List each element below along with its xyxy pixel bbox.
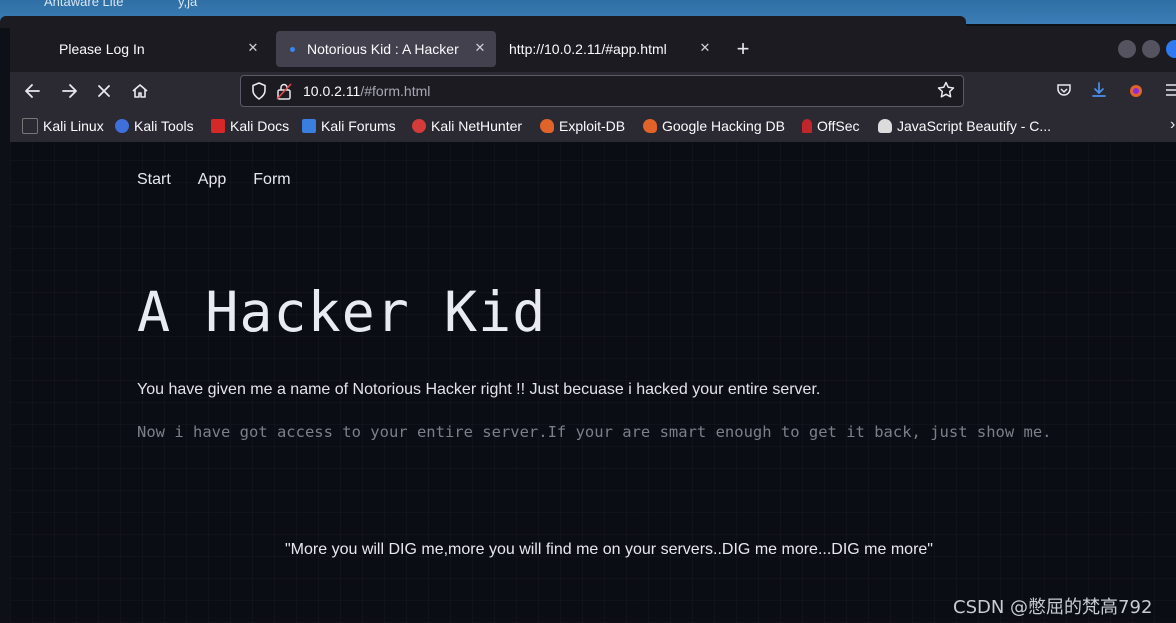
desktop-label-2: y,ja (178, 0, 198, 9)
tab-close-icon[interactable]: ✕ (697, 40, 713, 56)
url-text[interactable]: 10.0.2.11/#form.html (303, 83, 430, 99)
extension-icon[interactable] (1125, 80, 1147, 102)
loading-favicon-icon (290, 46, 295, 52)
nethunter-icon (412, 119, 426, 133)
tab-label: Please Log In (59, 41, 145, 57)
window-minimize-icon[interactable] (1118, 40, 1136, 58)
tab-bar: Please Log In ✕ Notorious Kid : A Hacker… (10, 26, 1176, 72)
menu-hamburger-icon[interactable] (1162, 80, 1176, 102)
tab-label: Notorious Kid : A Hacker (307, 41, 459, 57)
bookmark-label: Google Hacking DB (662, 118, 785, 134)
bookmark-exploit-db[interactable]: Exploit-DB (540, 117, 625, 135)
bookmark-kali-forums[interactable]: Kali Forums (302, 117, 396, 135)
bookmark-google-hacking-db[interactable]: Google Hacking DB (643, 117, 785, 135)
url-path: /#form.html (360, 83, 431, 99)
bookmark-label: Exploit-DB (559, 118, 626, 134)
js-beautify-icon (878, 119, 892, 133)
tab-notorious-kid[interactable]: Notorious Kid : A Hacker ✕ (276, 31, 496, 67)
nav-link-start[interactable]: Start (137, 171, 171, 189)
address-bar[interactable]: 10.0.2.11/#form.html (240, 75, 964, 107)
bookmarks-overflow-chevron-icon[interactable]: › (1170, 116, 1175, 134)
downloads-icon[interactable] (1088, 80, 1110, 102)
new-tab-icon[interactable]: + (732, 34, 754, 64)
bookmark-label: Kali Forums (321, 118, 396, 134)
kali-forums-icon (302, 119, 316, 133)
nav-link-app[interactable]: App (198, 171, 226, 189)
window-maximize-icon[interactable] (1142, 40, 1160, 58)
kali-docs-icon (211, 119, 225, 133)
stop-loading-icon[interactable] (93, 80, 115, 102)
bookmark-js-beautify[interactable]: JavaScript Beautify - C... (878, 117, 1051, 135)
back-arrow-icon[interactable] (22, 80, 44, 102)
pocket-icon[interactable] (1053, 80, 1075, 102)
bookmark-offsec[interactable]: OffSec (802, 117, 860, 135)
csdn-watermark: CSDN @憋屈的梵高792 (953, 597, 1153, 618)
navigation-toolbar: 10.0.2.11/#form.html (10, 72, 1176, 110)
bookmark-label: Kali NetHunter (431, 118, 523, 134)
tab-label: http://10.0.2.11/#app.html (509, 41, 667, 57)
tab-close-icon[interactable]: ✕ (472, 40, 488, 56)
bookmark-star-icon[interactable] (935, 80, 957, 102)
bookmark-label: Kali Tools (134, 118, 194, 134)
tab-please-log-in[interactable]: Please Log In ✕ (45, 31, 269, 67)
offsec-icon (802, 119, 812, 133)
nav-link-form[interactable]: Form (253, 171, 290, 189)
bookmark-label: Kali Linux (43, 118, 104, 134)
bookmark-label: Kali Docs (230, 118, 290, 134)
desktop-label: Antaware Lite (44, 0, 124, 9)
dig-hint-quote: "More you will DIG me,more you will find… (285, 541, 933, 558)
insecure-lock-icon[interactable] (275, 81, 293, 101)
forward-arrow-icon[interactable] (58, 80, 80, 102)
note-paragraph: Now i have got access to your entire ser… (137, 423, 1052, 441)
page-title: A Hacker Kid (137, 280, 547, 344)
home-icon[interactable] (129, 80, 151, 102)
lead-paragraph: You have given me a name of Notorious Ha… (137, 381, 821, 398)
url-host: 10.0.2.11 (303, 83, 361, 99)
kali-dragon-icon (22, 118, 38, 134)
bookmark-label: OffSec (817, 118, 860, 134)
exploit-db-icon (540, 119, 554, 133)
tab-close-icon[interactable]: ✕ (245, 40, 261, 56)
ghdb-icon (643, 119, 657, 133)
bookmarks-toolbar: Kali Linux Kali Tools Kali Docs Kali For… (10, 110, 1176, 142)
bookmark-kali-nethunter[interactable]: Kali NetHunter (412, 117, 522, 135)
tracking-shield-icon[interactable] (249, 81, 269, 101)
bookmark-kali-tools[interactable]: Kali Tools (115, 117, 194, 135)
bookmark-kali-linux[interactable]: Kali Linux (22, 117, 104, 135)
bookmark-label: JavaScript Beautify - C... (897, 118, 1052, 134)
window-close-icon[interactable] (1166, 40, 1176, 58)
tab-app-html[interactable]: http://10.0.2.11/#app.html ✕ (495, 31, 721, 67)
kali-tools-icon (115, 119, 129, 133)
site-navigation: Start App Form (137, 171, 318, 189)
bookmark-kali-docs[interactable]: Kali Docs (211, 117, 289, 135)
page-content: Start App Form A Hacker Kid You have giv… (10, 142, 1176, 623)
